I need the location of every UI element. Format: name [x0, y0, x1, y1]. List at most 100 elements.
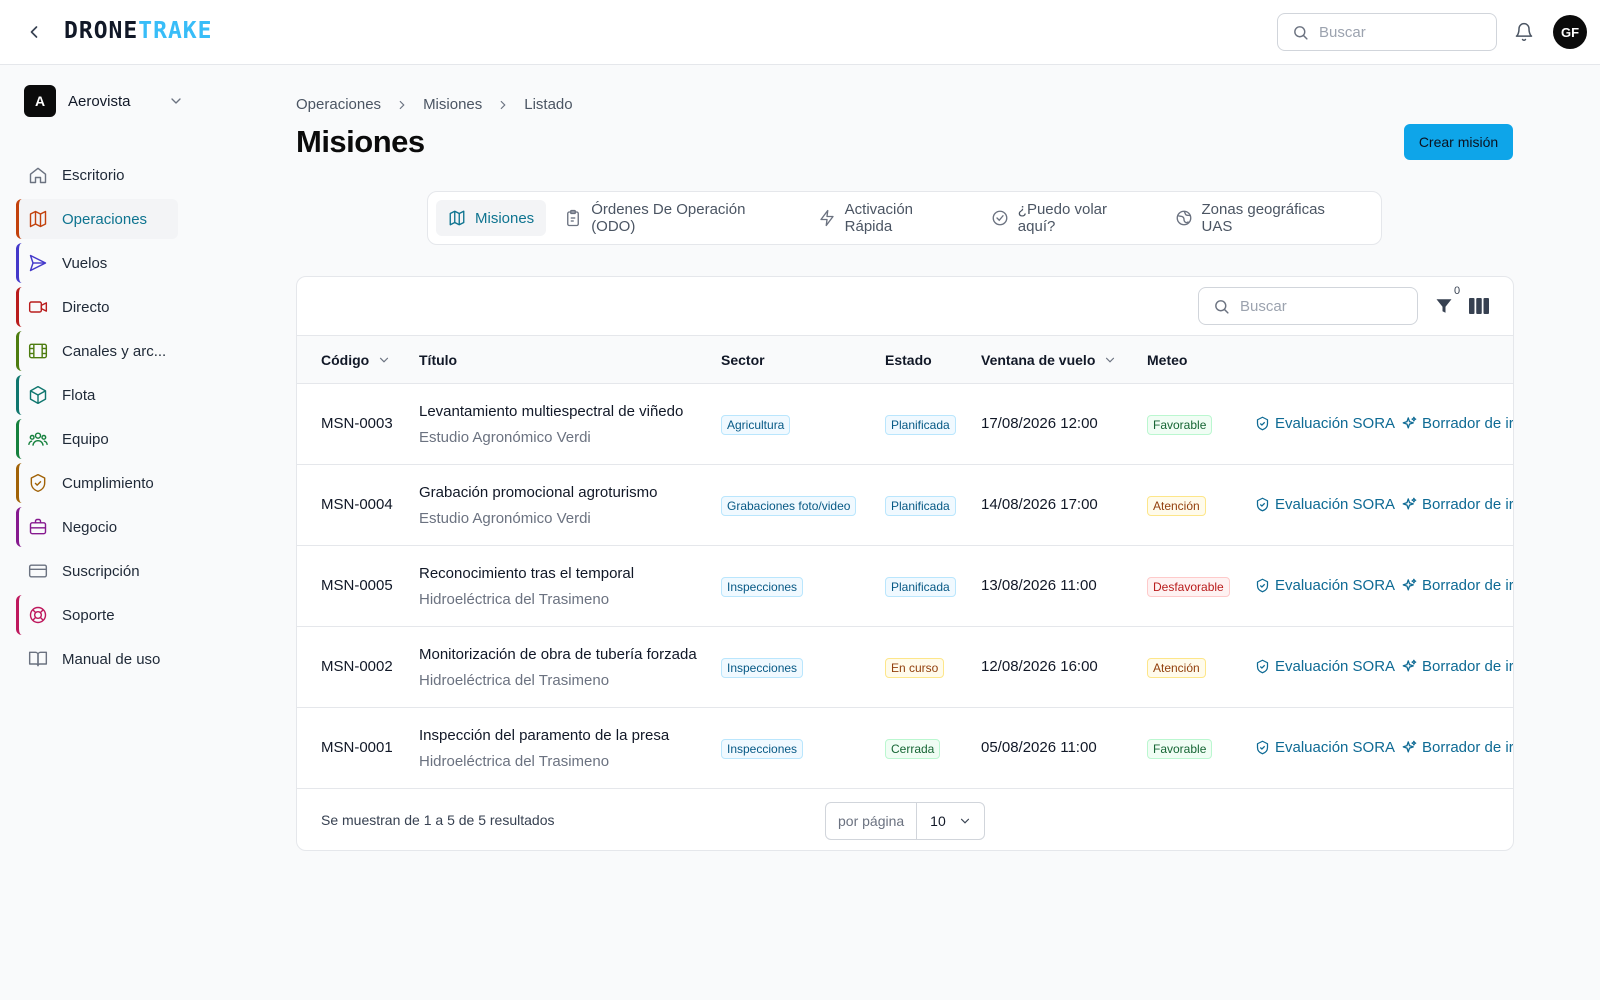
sidebar-item-suscripcion[interactable]: Suscripción: [16, 551, 178, 591]
sora-assessment-link[interactable]: Evaluación SORA: [1255, 496, 1395, 513]
table-row[interactable]: MSN-0005 Reconocimiento tras el temporal…: [297, 546, 1513, 627]
mission-title[interactable]: Levantamiento multiespectral de viñedo: [419, 403, 683, 420]
sora-assessment-link[interactable]: Evaluación SORA: [1255, 658, 1395, 675]
status-badge: Cerrada: [885, 739, 941, 759]
tab-puedo-volar[interactable]: ¿Puedo volar aquí?: [979, 200, 1157, 236]
column-header-label: Meteo: [1147, 352, 1188, 368]
sora-assessment-link[interactable]: Evaluación SORA: [1255, 577, 1395, 594]
back-button[interactable]: [22, 20, 46, 44]
draft-link[interactable]: Borrador de ir: [1402, 577, 1513, 594]
mission-title[interactable]: Grabación promocional agroturismo: [419, 484, 657, 501]
sidebar-nav: Escritorio Operaciones Vuelos Directo Ca…: [16, 155, 178, 683]
sidebar-item-manual[interactable]: Manual de uso: [16, 639, 178, 679]
draft-link[interactable]: Borrador de ir: [1402, 496, 1513, 513]
sidebar-item-cumplimiento[interactable]: Cumplimiento: [16, 463, 178, 503]
sora-assessment-link[interactable]: Evaluación SORA: [1255, 415, 1395, 432]
sidebar: A Aerovista Escritorio Operaciones Vuelo…: [0, 65, 200, 1000]
tab-zonas-geograficas[interactable]: Zonas geográficas UAS: [1163, 200, 1367, 236]
mission-title[interactable]: Inspección del paramento de la presa: [419, 727, 669, 744]
column-header-label: Sector: [721, 352, 765, 368]
sidebar-item-operaciones[interactable]: Operaciones: [16, 199, 178, 239]
map-icon: [449, 210, 465, 226]
org-name: Aerovista: [68, 92, 131, 110]
column-header-code[interactable]: Código: [321, 352, 391, 368]
tab-misiones[interactable]: Misiones: [436, 200, 547, 236]
user-avatar[interactable]: GF: [1553, 15, 1587, 49]
table-row[interactable]: MSN-0003 Levantamiento multiespectral de…: [297, 384, 1513, 465]
column-header-status: Estado: [885, 352, 932, 368]
mission-code: MSN-0005: [321, 577, 393, 594]
breadcrumb-item-listado: Listado: [524, 96, 573, 113]
send-icon: [29, 254, 47, 272]
shield-check-icon: [30, 473, 46, 493]
sidebar-item-label: Suscripción: [62, 562, 140, 580]
tab-activacion-rapida[interactable]: Activación Rápida: [806, 200, 973, 236]
meteo-badge: Favorable: [1147, 739, 1213, 759]
check-circle-icon: [992, 210, 1008, 226]
book-icon: [28, 651, 48, 667]
filter-icon: [1436, 299, 1452, 313]
film-icon: [28, 343, 48, 359]
sector-badge: Grabaciones foto/video: [721, 496, 857, 516]
sidebar-item-equipo[interactable]: Equipo: [16, 419, 178, 459]
table-search[interactable]: [1198, 287, 1418, 325]
map-icon: [29, 210, 47, 228]
tab-label: Activación Rápida: [844, 201, 914, 235]
sidebar-item-directo[interactable]: Directo: [16, 287, 178, 327]
org-badge: A: [24, 85, 56, 117]
global-search[interactable]: [1277, 13, 1497, 51]
sidebar-item-label: Manual de uso: [62, 650, 161, 668]
breadcrumb-item-misiones[interactable]: Misiones: [423, 96, 482, 113]
mission-title[interactable]: Reconocimiento tras el temporal: [419, 565, 634, 582]
notifications-button[interactable]: [1512, 20, 1536, 44]
per-page-value: 10: [930, 813, 946, 829]
draft-link[interactable]: Borrador de ir: [1402, 739, 1513, 756]
video-icon: [28, 301, 48, 313]
global-search-input[interactable]: [1319, 23, 1479, 41]
tab-ordenes-operacion[interactable]: Órdenes De Operación (ODO): [552, 200, 799, 236]
sidebar-item-canales[interactable]: Canales y arc...: [16, 331, 178, 371]
sparkles-icon: [1402, 497, 1417, 510]
app-logo[interactable]: DRONETRAKE: [64, 18, 213, 44]
mission-title[interactable]: Monitorización de obra de tubería forzad…: [419, 646, 697, 663]
tab-label: Misiones: [475, 209, 535, 227]
table-search-input[interactable]: [1240, 297, 1400, 315]
sparkles-icon: [1402, 416, 1417, 429]
per-page-dropdown[interactable]: 10: [917, 813, 984, 829]
chevron-down-icon: [380, 357, 389, 363]
draft-link[interactable]: Borrador de ir: [1402, 415, 1513, 432]
sidebar-item-negocio[interactable]: Negocio: [16, 507, 178, 547]
filter-button[interactable]: [1433, 295, 1455, 317]
chevron-right-icon: [399, 100, 405, 109]
column-header-label: Estado: [885, 352, 932, 368]
section-tabs: Misiones Órdenes De Operación (ODO) Acti…: [427, 191, 1382, 245]
breadcrumb-item-operaciones[interactable]: Operaciones: [296, 96, 381, 113]
sidebar-item-escritorio[interactable]: Escritorio: [16, 155, 178, 195]
table-row[interactable]: MSN-0001 Inspección del paramento de la …: [297, 708, 1513, 789]
logo-part-1: DRONE: [64, 18, 139, 44]
status-badge: Planificada: [885, 415, 956, 435]
meteo-badge: Desfavorable: [1147, 577, 1230, 597]
mission-client: Estudio Agronómico Verdi: [419, 429, 591, 446]
chevron-right-icon: [500, 100, 506, 109]
sidebar-item-label: Soporte: [62, 606, 115, 624]
table-row[interactable]: MSN-0004 Grabación promocional agroturis…: [297, 465, 1513, 546]
columns-button[interactable]: [1468, 296, 1490, 316]
per-page-label: por página: [826, 803, 918, 839]
column-header-window[interactable]: Ventana de vuelo: [981, 352, 1117, 368]
create-mission-button[interactable]: Crear misión: [1404, 124, 1513, 160]
organization-switcher[interactable]: A Aerovista: [24, 84, 184, 118]
zap-icon: [819, 209, 834, 227]
chevron-left-icon: [30, 26, 38, 38]
columns-icon: [1469, 298, 1489, 314]
sidebar-item-label: Escritorio: [62, 166, 125, 184]
draft-link[interactable]: Borrador de ir: [1402, 658, 1513, 675]
sidebar-item-label: Vuelos: [62, 254, 108, 272]
meteo-badge: Atención: [1147, 658, 1206, 678]
per-page-select[interactable]: por página 10: [825, 802, 985, 840]
sidebar-item-vuelos[interactable]: Vuelos: [16, 243, 178, 283]
sidebar-item-soporte[interactable]: Soporte: [16, 595, 178, 635]
sidebar-item-flota[interactable]: Flota: [16, 375, 178, 415]
table-row[interactable]: MSN-0002 Monitorización de obra de tuber…: [297, 627, 1513, 708]
sora-assessment-link[interactable]: Evaluación SORA: [1255, 739, 1395, 756]
